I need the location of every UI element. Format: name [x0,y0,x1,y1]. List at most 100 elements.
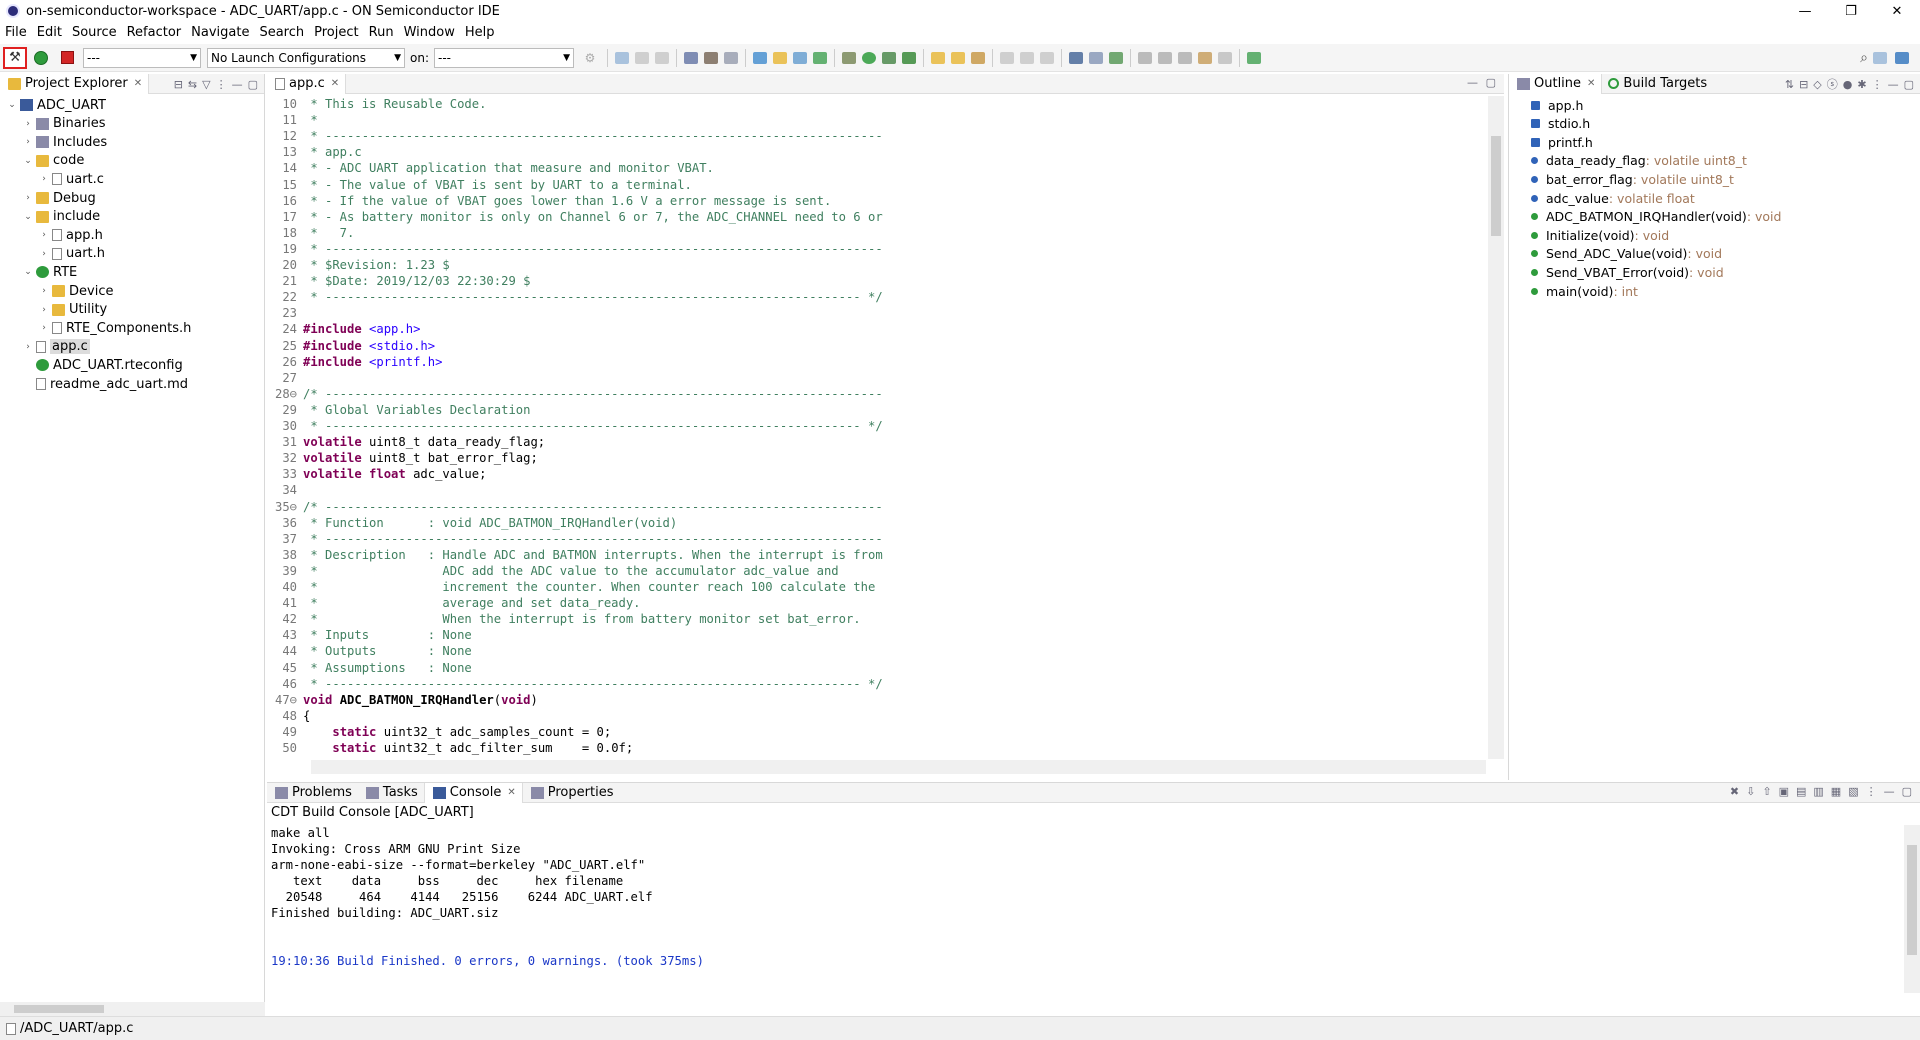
outline-item[interactable]: adc_value : volatile float [1531,189,1695,207]
open-console-icon[interactable]: ▧ [1848,785,1858,798]
gear-button[interactable]: ⚙ [578,47,602,69]
code-line[interactable]: 50 static uint32_t adc_filter_sum = 0.0f… [267,740,1477,756]
open-type-icon[interactable] [931,51,945,64]
tab-properties[interactable]: Properties [523,783,620,803]
maximize-icon[interactable]: ▢ [1904,78,1914,91]
hide-static-icon[interactable]: ⓢ [1827,76,1838,92]
outline-item[interactable]: ADC_BATMON_IRQHandler(void) : void [1531,208,1781,226]
code-line[interactable]: 17 * - As battery monitor is only on Cha… [267,209,1477,225]
chevron-right-icon[interactable]: › [22,119,34,129]
close-button[interactable]: ✕ [1874,0,1920,22]
close-icon[interactable]: ✕ [134,78,142,89]
outline-item[interactable]: Send_VBAT_Error(void) : void [1531,263,1724,281]
minimize-icon[interactable]: — [232,78,243,91]
clean-icon[interactable] [724,51,738,64]
tree-item[interactable]: › app.c [22,338,90,356]
code-line[interactable]: 18 * 7. [267,225,1477,241]
toggle-block-icon[interactable] [1020,51,1034,64]
maximize-icon[interactable]: ▢ [248,78,258,91]
code-line[interactable]: 31 volatile uint8_t data_ready_flag; [267,434,1477,450]
chevron-down-icon[interactable]: ⌄ [22,267,34,277]
collapse-all-icon[interactable]: ⊟ [1799,78,1808,91]
remove-launch-icon[interactable]: ✖ [1730,785,1739,798]
tab-build-targets[interactable]: Build Targets [1602,76,1713,91]
menu-project[interactable]: Project [309,25,363,40]
tab-project-explorer[interactable]: Project Explorer ✕ [0,73,150,94]
tree-item[interactable]: ⌄ ADC_UART [6,96,106,114]
refresh-icon[interactable] [813,51,827,64]
close-icon[interactable]: ✕ [1587,78,1595,89]
terminal-icon[interactable] [1069,51,1083,64]
code-line[interactable]: 47⊖ void ADC_BATMON_IRQHandler(void) [267,692,1477,708]
new-folder-icon[interactable] [773,51,787,64]
open-task-icon[interactable] [951,51,965,64]
hide-macros-icon[interactable]: ✱ [1857,78,1866,91]
launch-run-button[interactable] [29,47,53,69]
code-line[interactable]: 28⊖ /* ----------------------------------… [267,386,1477,402]
outline-item[interactable]: Send_ADC_Value(void) : void [1531,245,1722,263]
tree-item[interactable]: › Includes [22,133,107,151]
build-hammer-button[interactable]: ⚒ [3,46,27,69]
code-line[interactable]: 34 [267,482,1477,498]
minimize-button[interactable]: — [1782,0,1828,22]
code-line[interactable]: 33 volatile float adc_value; [267,466,1477,482]
maximize-button[interactable]: ❐ [1828,0,1874,22]
code-line[interactable]: 11 * [267,112,1477,128]
code-line[interactable]: 29 * Global Variables Declaration [267,402,1477,418]
tree-item[interactable]: ⌄ include [22,208,100,226]
code-line[interactable]: 25 #include <stdio.h> [267,338,1477,354]
code-line[interactable]: 26 #include <printf.h> [267,354,1477,370]
chevron-right-icon[interactable]: › [38,305,50,315]
tab-tasks[interactable]: Tasks [358,783,424,803]
code-line[interactable]: 13 * app.c [267,144,1477,160]
tree-item[interactable]: readme_adc_uart.md [22,375,188,393]
view-menu-icon[interactable]: ⋮ [1872,78,1883,91]
code-line[interactable]: 20 * $Revision: 1.23 $ [267,257,1477,273]
menu-edit[interactable]: Edit [32,25,67,40]
code-line[interactable]: 49 static uint32_t adc_samples_count = 0… [267,724,1477,740]
menu-help[interactable]: Help [460,25,500,40]
code-line[interactable]: 32 volatile uint8_t bat_error_flag; [267,450,1477,466]
outline-item[interactable]: stdio.h [1531,115,1590,133]
vertical-scrollbar[interactable] [1904,825,1920,993]
menu-window[interactable]: Window [399,25,460,40]
close-icon[interactable]: ✕ [507,787,515,798]
launch-target-select[interactable]: --- ▼ [434,47,574,68]
coverage-icon[interactable] [882,51,896,64]
code-line[interactable]: 35⊖ /* ----------------------------------… [267,499,1477,515]
clear-console-icon[interactable]: ▥ [1813,785,1823,798]
tree-item[interactable]: › RTE_Components.h [38,319,191,337]
build-icon[interactable] [704,51,718,64]
prev-annotation-icon[interactable] [1158,51,1172,64]
tree-item[interactable]: › Device [38,282,113,300]
chevron-right-icon[interactable]: › [38,249,50,259]
outline-item[interactable]: app.h [1531,96,1583,114]
code-line[interactable]: 46 * -----------------------------------… [267,676,1477,692]
chevron-right-icon[interactable]: › [22,193,34,203]
code-line[interactable]: 22 * -----------------------------------… [267,289,1477,305]
tree-item[interactable]: › uart.h [38,245,105,263]
tree-item[interactable]: ⌄ RTE [22,263,77,281]
outline-item[interactable]: main(void) : int [1531,282,1638,300]
new-class-icon[interactable] [753,51,767,64]
vertical-scrollbar[interactable] [1488,96,1504,759]
tree-item[interactable]: › app.h [38,226,103,244]
tree-item[interactable]: › Utility [38,301,107,319]
last-edit-icon[interactable] [1178,51,1192,64]
chevron-right-icon[interactable]: › [22,342,34,352]
code-line[interactable]: 40 * increment the counter. When counter… [267,579,1477,595]
minimize-icon[interactable]: — [1884,785,1895,798]
code-line[interactable]: 42 * When the interrupt is from battery … [267,611,1477,627]
word-wrap-icon[interactable]: ▣ [1779,785,1789,798]
view-menu-icon[interactable]: ⋮ [216,78,227,91]
code-line[interactable]: 15 * - The value of VBAT is sent by UART… [267,177,1477,193]
tree-item[interactable]: ⌄ code [22,152,84,170]
outline-item[interactable]: printf.h [1531,133,1593,151]
run-icon[interactable] [862,51,876,64]
tab-problems[interactable]: Problems [267,783,358,803]
chevron-right-icon[interactable]: › [22,137,34,147]
code-line[interactable]: 39 * ADC add the ADC value to the accumu… [267,563,1477,579]
pin-console-icon[interactable]: ⇧ [1762,785,1771,798]
console-output[interactable]: make all Invoking: Cross ARM GNU Print Si… [271,825,1891,985]
code-line[interactable]: 19 * -----------------------------------… [267,241,1477,257]
